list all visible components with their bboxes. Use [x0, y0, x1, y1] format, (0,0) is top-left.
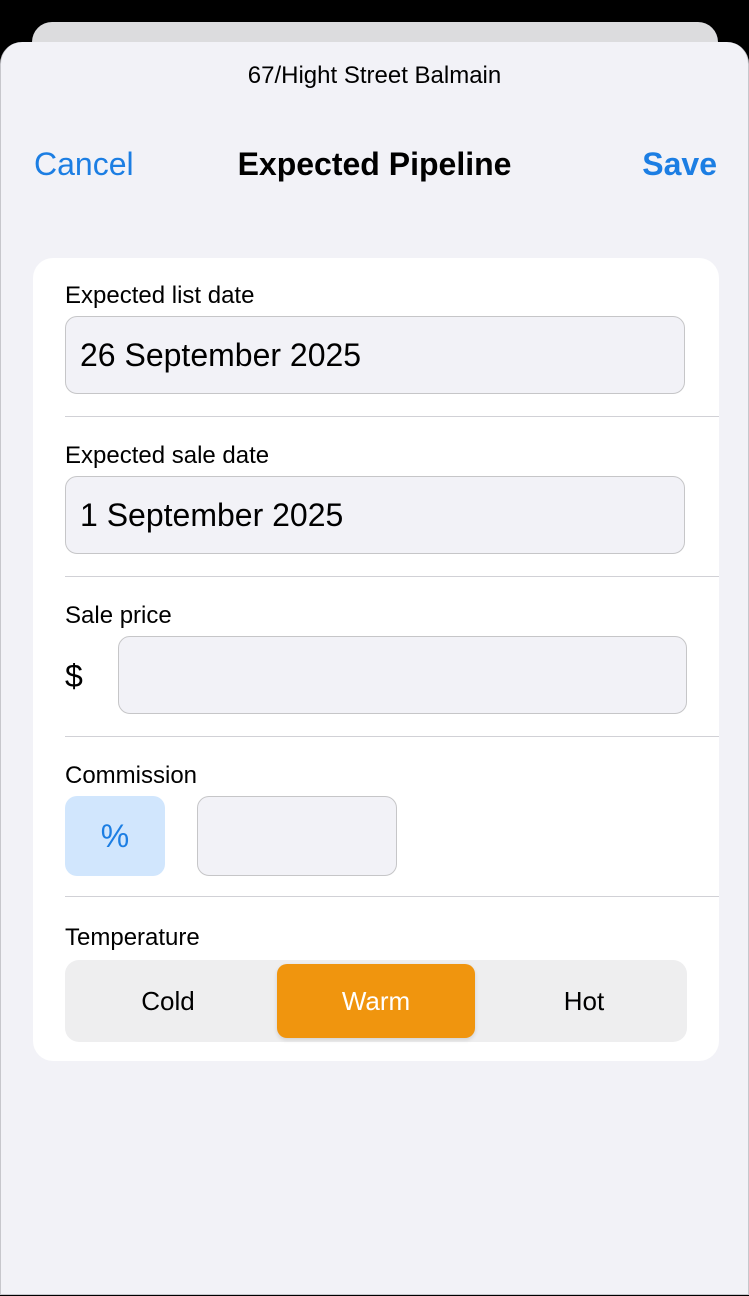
currency-symbol: $: [65, 658, 83, 694]
temperature-option-warm[interactable]: Warm: [277, 964, 475, 1038]
sale-price-label: Sale price: [65, 602, 172, 629]
temperature-label: Temperature: [65, 924, 200, 951]
temperature-segmented-control: Cold Warm Hot: [65, 960, 687, 1042]
property-address: 67/Hight Street Balmain: [247, 62, 502, 89]
commission-input[interactable]: [197, 796, 397, 876]
list-date-field[interactable]: 26 September 2025: [65, 316, 685, 394]
temperature-option-hot[interactable]: Hot: [485, 964, 683, 1038]
list-date-label: Expected list date: [65, 282, 255, 309]
commission-label: Commission: [65, 762, 198, 789]
temperature-option-cold[interactable]: Cold: [69, 964, 267, 1038]
sale-price-input[interactable]: [118, 636, 687, 714]
pipeline-form: Expected list date 26 September 2025 Exp…: [33, 258, 719, 1061]
divider: [65, 416, 719, 417]
cancel-button[interactable]: Cancel: [34, 146, 134, 183]
percent-toggle-button[interactable]: %: [65, 796, 165, 876]
divider: [65, 896, 719, 897]
divider: [65, 576, 719, 577]
sale-date-field[interactable]: 1 September 2025: [65, 476, 685, 554]
divider: [65, 736, 719, 737]
modal-sheet: 67/Hight Street Balmain Cancel Expected …: [0, 42, 749, 1295]
save-button[interactable]: Save: [642, 146, 717, 183]
sale-date-label: Expected sale date: [65, 442, 270, 469]
